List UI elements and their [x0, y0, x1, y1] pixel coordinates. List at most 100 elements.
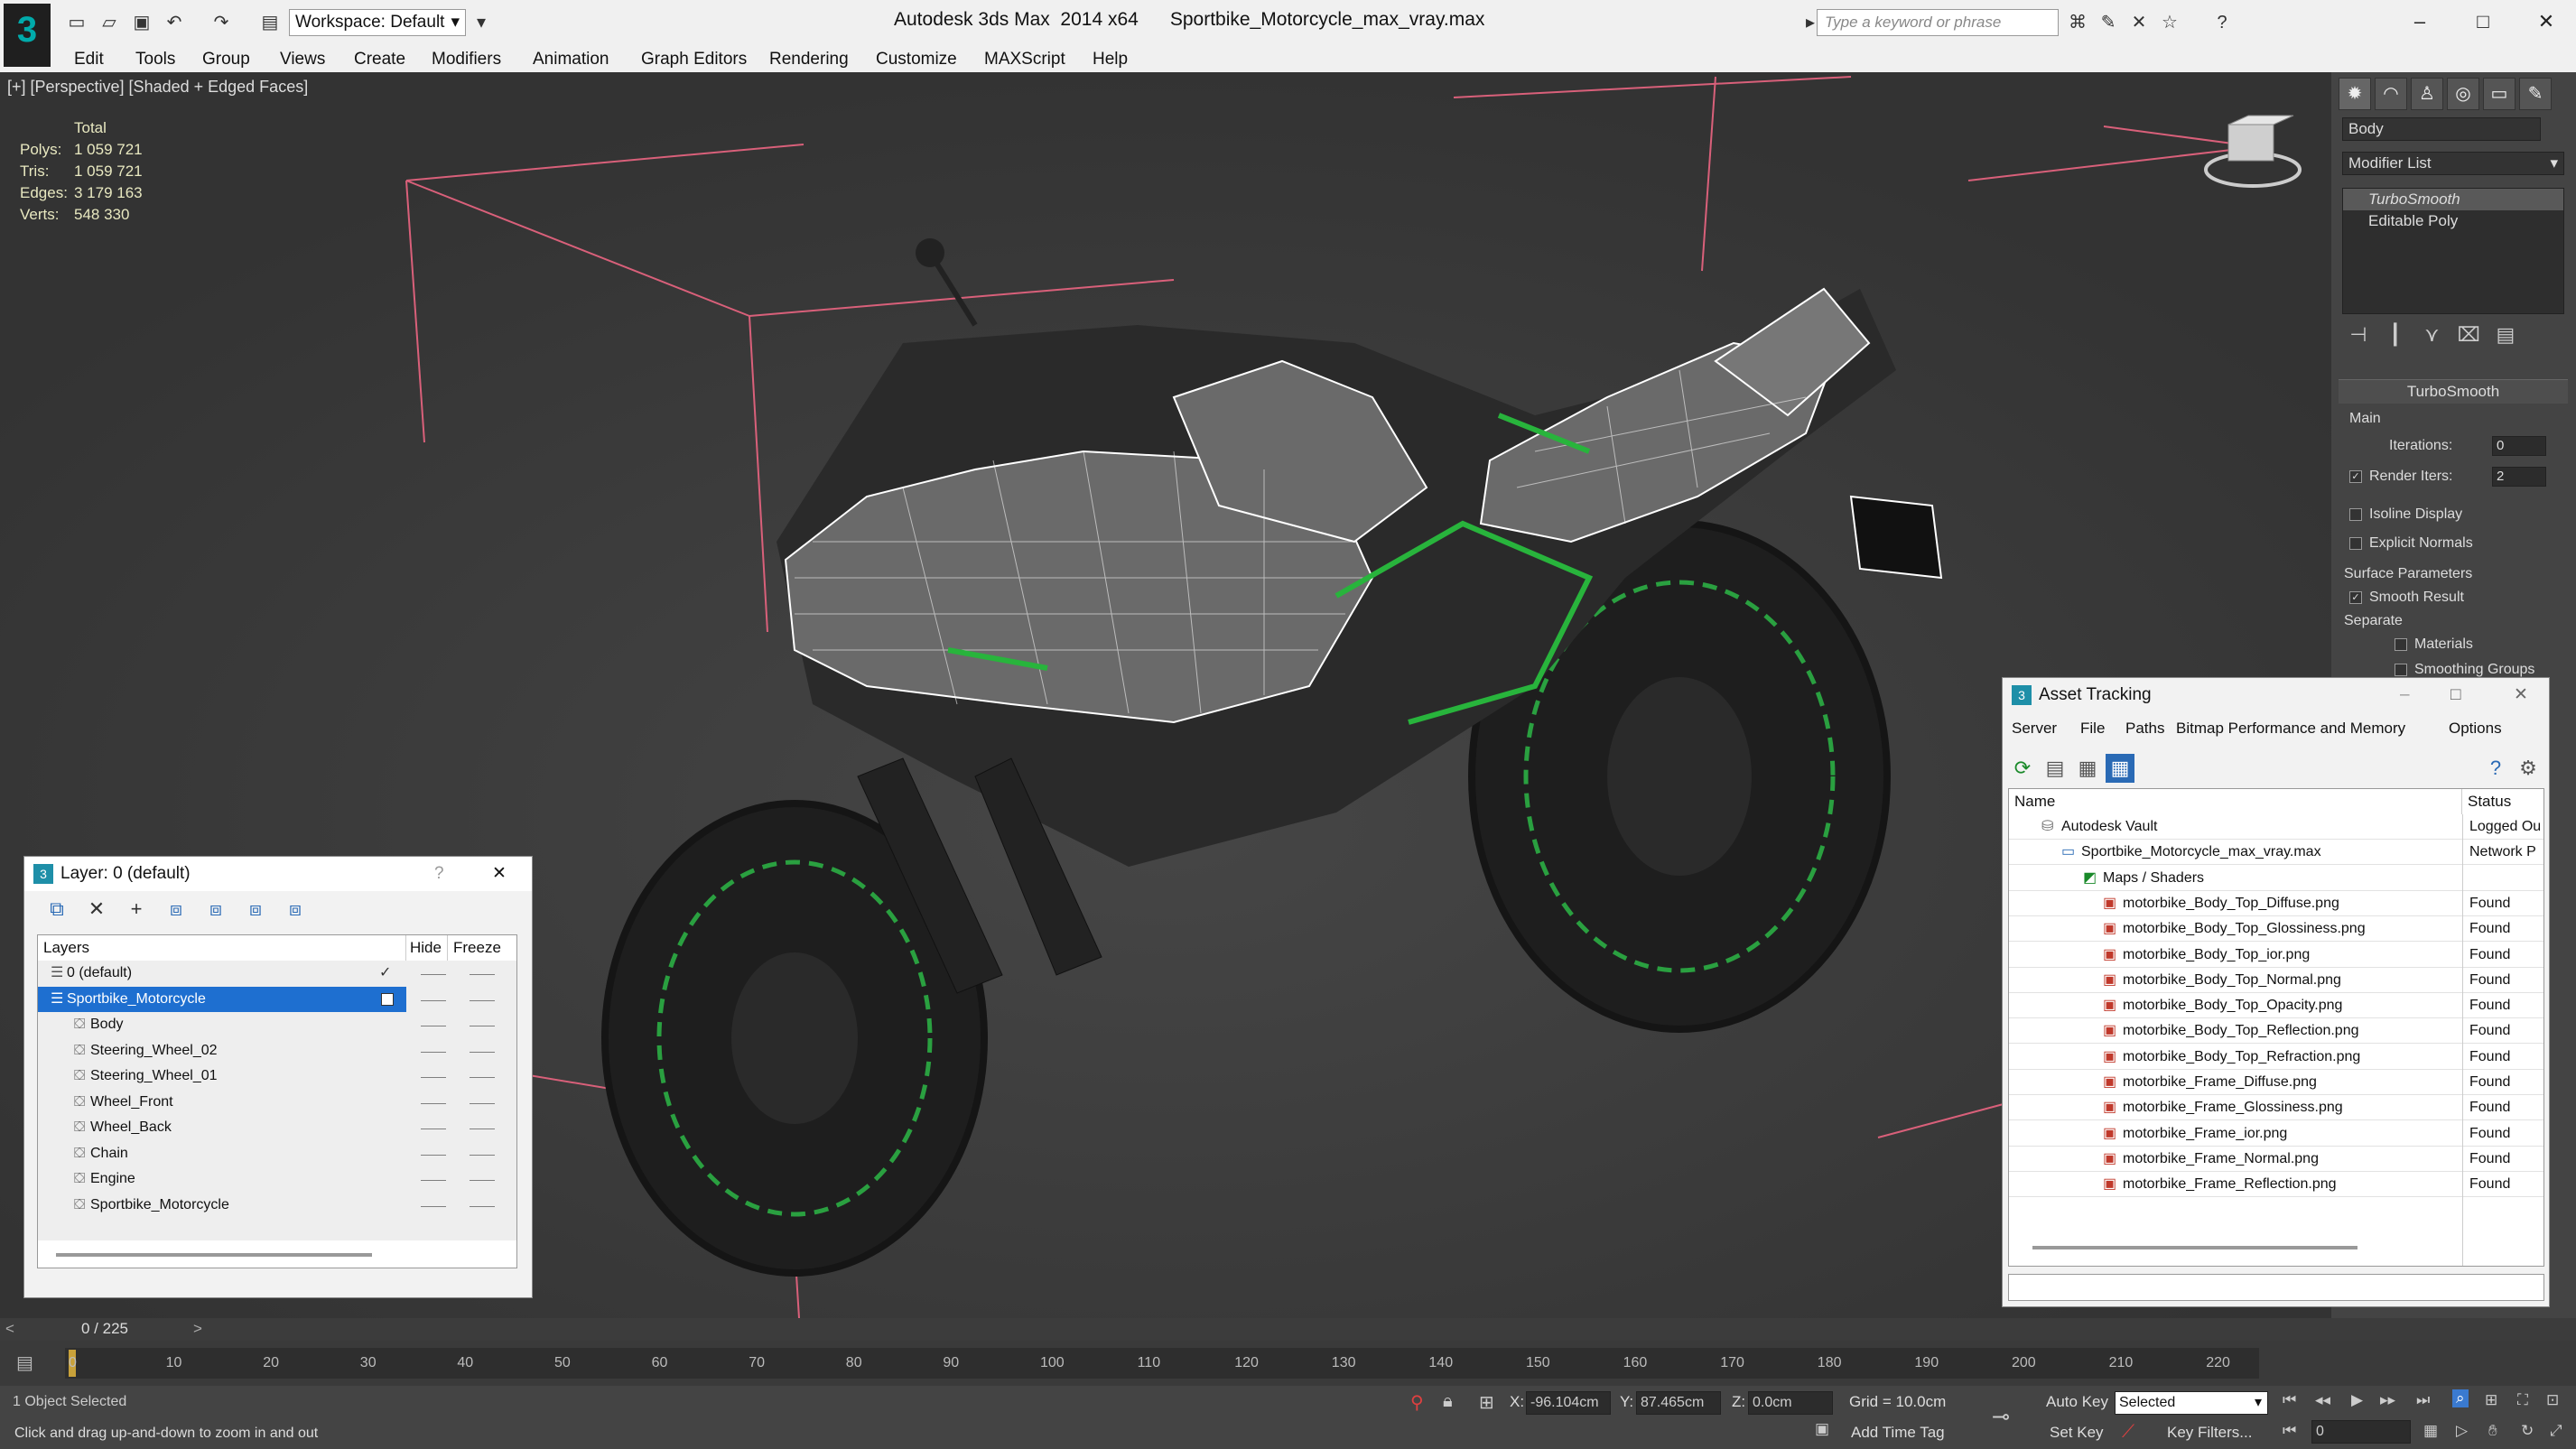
menu-animation[interactable]: Animation	[533, 50, 609, 70]
remove-modifier-icon[interactable]: ⌧	[2452, 323, 2485, 347]
zoom-all-icon[interactable]: ⊞	[2485, 1391, 2497, 1409]
auto-key-button[interactable]: Auto Key	[2046, 1393, 2108, 1411]
viewport-label[interactable]: [+] [Perspective] [Shaded + Edged Faces]	[7, 78, 308, 97]
open-file-icon[interactable]: ▱	[98, 11, 121, 34]
hide-toggle[interactable]: ——	[421, 1064, 446, 1089]
y-coordinate-field[interactable]: 87.465cm	[1636, 1391, 1721, 1415]
smooth-result-checkbox[interactable]: ✓	[2349, 590, 2362, 604]
menu-customize[interactable]: Customize	[876, 50, 957, 70]
app-logo-button[interactable]: 3	[4, 4, 51, 67]
smooth-result-row[interactable]: ✓ Smooth Result	[2349, 590, 2464, 606]
x-coordinate-field[interactable]: -96.104cm	[1526, 1391, 1611, 1415]
pan-icon[interactable]: ✋︎	[2488, 1422, 2497, 1440]
hierarchy-tab-icon[interactable]: ♙	[2411, 78, 2443, 110]
iterations-spinner[interactable]: 0	[2492, 436, 2546, 456]
maximize-icon[interactable]: □	[2450, 678, 2460, 712]
minimize-icon[interactable]: –	[2400, 678, 2410, 712]
hide-toggle[interactable]: ——	[421, 987, 446, 1012]
select-objects-icon[interactable]: ⧈	[162, 895, 191, 924]
asset-row[interactable]: ⛁ Autodesk Vault Logged Ou	[2009, 814, 2543, 840]
absolute-mode-icon[interactable]: ⊞	[1479, 1391, 1494, 1414]
table-view-icon[interactable]: ▦	[2106, 754, 2134, 783]
orbit-icon[interactable]: ↻	[2521, 1422, 2534, 1440]
maximize-button[interactable]: □	[2465, 7, 2501, 36]
hide-toggle[interactable]: ——	[421, 1141, 446, 1166]
time-slider[interactable]: < 0 / 225 >	[0, 1318, 2576, 1341]
layer-object-row[interactable]: ⛋ Body —— ——	[38, 1012, 516, 1037]
asset-row[interactable]: ▣ motorbike_Body_Top_Opacity.png Found	[2009, 993, 2543, 1019]
asset-row[interactable]: ◩ Maps / Shaders	[2009, 866, 2543, 891]
field-of-view-icon[interactable]: ▷	[2456, 1422, 2468, 1440]
set-key-button[interactable]: Set Key	[2050, 1424, 2104, 1442]
asset-row[interactable]: ▣ motorbike_Body_Top_Glossiness.png Found	[2009, 916, 2543, 943]
menu-modifiers[interactable]: Modifiers	[432, 50, 501, 70]
new-file-icon[interactable]: ▭	[65, 11, 88, 34]
save-icon[interactable]: ▣	[130, 11, 153, 34]
motion-tab-icon[interactable]: ◎	[2447, 78, 2479, 110]
layer-object-row[interactable]: ⛋ Engine —— ——	[38, 1166, 516, 1192]
time-tag-icon[interactable]: ▣	[1815, 1420, 1829, 1438]
materials-checkbox[interactable]	[2395, 637, 2407, 651]
render-iters-spinner[interactable]: 2	[2492, 467, 2546, 487]
favorites-star-icon[interactable]: ☆	[2158, 11, 2181, 34]
current-frame-field[interactable]: 0	[2311, 1420, 2411, 1444]
asset-row[interactable]: ▣ motorbike_Frame_Glossiness.png Found	[2009, 1095, 2543, 1121]
modifier-list-dropdown[interactable]: Modifier List ▾	[2342, 152, 2564, 175]
asset-row[interactable]: ▣ motorbike_Frame_Diffuse.png Found	[2009, 1070, 2543, 1095]
asset-row[interactable]: ▭ Sportbike_Motorcycle_max_vray.max Networ…	[2009, 840, 2543, 866]
asset-row[interactable]: ▣ motorbike_Body_Top_Refraction.png Found	[2009, 1045, 2543, 1070]
close-icon[interactable]: ✕	[2514, 678, 2528, 712]
set-key-icon[interactable]: ⟋	[2122, 1422, 2134, 1443]
freeze-toggle[interactable]: ——	[470, 1090, 495, 1115]
menu-options[interactable]: Options	[2449, 720, 2502, 738]
z-coordinate-field[interactable]: 0.0cm	[1748, 1391, 1833, 1415]
col-layers[interactable]: Layers	[38, 935, 406, 961]
redo-icon[interactable]: ↷	[209, 11, 233, 34]
create-layer-icon[interactable]: ⧉	[42, 895, 71, 924]
binoculars-icon[interactable]: ⌘	[2066, 11, 2089, 34]
menu-tools[interactable]: Tools	[135, 50, 175, 70]
col-hide[interactable]: Hide	[406, 935, 448, 961]
asset-row[interactable]: ▣ motorbike_Frame_Reflection.png Found	[2009, 1172, 2543, 1198]
layer-object-row[interactable]: ⛋ Wheel_Back —— ——	[38, 1115, 516, 1140]
workspace-menu-icon[interactable]: ▾	[470, 11, 493, 34]
hide-all-icon[interactable]: ⧈	[241, 895, 270, 924]
hide-toggle[interactable]: ——	[421, 1038, 446, 1064]
show-end-result-icon[interactable]: ┃	[2379, 323, 2412, 347]
highlight-layer-icon[interactable]: ⧈	[201, 895, 230, 924]
asset-row[interactable]: ▣ motorbike_Body_Top_Diffuse.png Found	[2009, 891, 2543, 916]
asset-row[interactable]: ▣ motorbike_Frame_Normal.png Found	[2009, 1147, 2543, 1172]
freeze-toggle[interactable]: ——	[470, 1064, 495, 1089]
refresh-icon[interactable]: ⟳	[2008, 754, 2037, 783]
col-freeze[interactable]: Freeze	[448, 935, 516, 961]
help-icon[interactable]: ?	[2481, 754, 2510, 783]
menu-maxscript[interactable]: MAXScript	[984, 50, 1065, 70]
render-iters-checkbox[interactable]: ✓	[2349, 469, 2362, 483]
configure-modifier-sets-icon[interactable]: ▤	[2489, 323, 2522, 347]
asset-row[interactable]: ▣ motorbike_Body_Top_ior.png Found	[2009, 943, 2543, 968]
asset-row[interactable]: ▣ motorbike_Body_Top_Normal.png Found	[2009, 968, 2543, 993]
key-mode-icon[interactable]: ⏮	[2283, 1422, 2296, 1440]
horizontal-scrollbar[interactable]	[56, 1253, 372, 1257]
explicit-normals-row[interactable]: Explicit Normals	[2349, 535, 2473, 552]
project-folder-icon[interactable]: ▤	[258, 11, 282, 34]
highlight-icon[interactable]: ⚙	[2514, 754, 2543, 783]
selection-lock-icon[interactable]: 🔒︎	[1443, 1391, 1453, 1412]
smoothing-groups-checkbox[interactable]	[2395, 663, 2407, 676]
menu-graph-editors[interactable]: Graph Editors	[641, 50, 747, 70]
close-button[interactable]: ✕	[2528, 7, 2564, 36]
stack-item-editable-poly[interactable]: Editable Poly	[2343, 210, 2563, 232]
explicit-normals-checkbox[interactable]	[2349, 536, 2362, 550]
rollout-title[interactable]: TurboSmooth	[2339, 380, 2568, 404]
communication-icon[interactable]: ✕	[2127, 11, 2151, 34]
subscription-icon[interactable]: ✎	[2097, 11, 2120, 34]
delete-layer-icon[interactable]: ✕	[82, 895, 111, 924]
minimize-button[interactable]: –	[2402, 7, 2438, 36]
render-iters-row[interactable]: ✓ Render Iters:	[2349, 469, 2452, 485]
object-name-field[interactable]: Body	[2342, 117, 2541, 141]
freeze-toggle[interactable]: ——	[470, 961, 495, 986]
isoline-display-row[interactable]: Isoline Display	[2349, 506, 2462, 523]
layer-object-row[interactable]: ⛋ Sportbike_Motorcycle —— ——	[38, 1193, 516, 1218]
isolate-icon[interactable]: ⚲	[1410, 1391, 1424, 1414]
layer-object-row[interactable]: ⛋ Chain —— ——	[38, 1141, 516, 1166]
